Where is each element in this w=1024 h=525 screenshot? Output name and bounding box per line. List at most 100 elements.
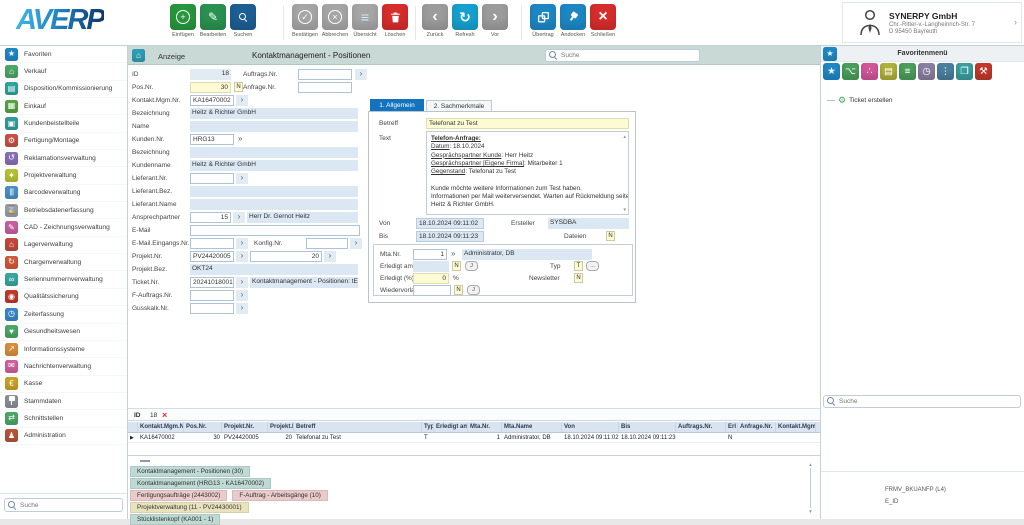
zurueck-button[interactable]: ‹ Zurück xyxy=(420,4,450,38)
sidebar-item-lagerverwaltung[interactable]: ⌂Lagerverwaltung xyxy=(0,237,127,254)
lookup-button[interactable]: › xyxy=(233,212,245,223)
company-card[interactable]: SYNERPY GmbH Chr.-Ritter-v.-Langheinrich… xyxy=(842,2,1022,43)
sidebar-item-fertigung[interactable]: ⚙Fertigung/Montage xyxy=(0,133,127,150)
ticketnr-field[interactable]: 202410180010 xyxy=(190,277,234,288)
double-lookup-button[interactable]: » xyxy=(238,134,242,145)
sidebar-item-barcode[interactable]: |||Barcodeverwaltung xyxy=(0,185,127,202)
mtanr-field[interactable]: 1 xyxy=(413,249,447,260)
projektpos-field[interactable]: 20 xyxy=(250,251,322,262)
sidebar-item-seriennummern[interactable]: ∞Seriennummernverwaltung xyxy=(0,271,127,288)
von-field[interactable]: 18.10.2024 09:11:02 xyxy=(416,218,484,229)
abbrechen-button[interactable]: × Abbrechen xyxy=(320,4,350,38)
bestaetigen-button[interactable]: ✓ Bestätigen xyxy=(290,4,320,38)
form-search[interactable] xyxy=(545,49,700,62)
bearbeiten-button[interactable]: ✎ Bearbeiten xyxy=(198,4,228,38)
ja-button[interactable]: J xyxy=(465,261,478,271)
erledigt-am-field[interactable] xyxy=(413,261,449,272)
vor-button[interactable]: › Vor xyxy=(480,4,510,38)
konfignr-field[interactable] xyxy=(306,238,348,249)
double-lookup-button[interactable]: » xyxy=(451,249,455,260)
fauftragsnr-field[interactable] xyxy=(190,290,234,301)
wiedervorlage-field[interactable] xyxy=(413,285,451,296)
betreff-field[interactable]: Telefonat zu Test xyxy=(426,118,629,129)
sidebar-item-zeiterfassung[interactable]: ◷Zeiterfassung xyxy=(0,306,127,323)
ja-button[interactable]: J xyxy=(467,285,480,295)
bottom-tab[interactable]: Stücklistenkopf (KA001 - 1) xyxy=(130,514,220,525)
sidebar-item-reklamation[interactable]: ↺Reklamationsverwaltung xyxy=(0,150,127,167)
uebertrag-button[interactable]: Übertrag xyxy=(528,4,558,38)
wrench-icon[interactable]: ⚒ xyxy=(975,63,992,80)
lookup-button[interactable]: › xyxy=(236,173,248,184)
sidebar-item-verkauf[interactable]: ⌂Verkauf xyxy=(0,63,127,80)
posnr-field[interactable]: 30 xyxy=(190,82,231,93)
lieferantnr-field[interactable] xyxy=(190,173,234,184)
loeschen-button[interactable]: Löschen xyxy=(380,4,410,38)
sidebar-item-administration[interactable]: ♟Administration xyxy=(0,428,127,445)
bottom-tab[interactable]: Kontaktmanagement - Positionen (30) xyxy=(130,466,250,477)
bottom-tab[interactable]: Kontaktmanagement (HRG13 - KA16470002) xyxy=(130,478,271,489)
company-expand-chevron[interactable]: › xyxy=(1014,17,1017,27)
anfragenr-field[interactable] xyxy=(298,82,352,93)
printer-icon[interactable]: ▤ xyxy=(880,63,897,80)
lookup-button[interactable]: › xyxy=(236,238,248,249)
sidebar-search[interactable] xyxy=(4,498,123,512)
lookup-button[interactable]: › xyxy=(324,251,336,262)
sidebar-item-kundenbeistellteile[interactable]: ▣Kundenbeistellteile xyxy=(0,115,127,132)
sidebar-item-stammdaten[interactable]: Stammdaten xyxy=(0,393,127,410)
text-area[interactable]: Telefon-Anfrage: Datum: 18.10.2024 Gespr… xyxy=(426,131,629,215)
einfuegen-button[interactable]: + Einfügen xyxy=(168,4,198,38)
sidebar-item-schnittstellen[interactable]: ⇄Schnittstellen xyxy=(0,410,127,427)
filter-clear-icon[interactable]: × xyxy=(162,410,167,420)
form-search-input[interactable] xyxy=(561,52,699,59)
history-clock-icon[interactable]: ◷ xyxy=(918,63,935,80)
bottom-tab[interactable]: Fertigungsaufträge (2443002) xyxy=(130,490,227,501)
stack-icon[interactable]: ≡ xyxy=(899,63,916,80)
sidebar-item-infosysteme[interactable]: ↗Informationssysteme xyxy=(0,341,127,358)
sidebar-item-einkauf[interactable]: ▦Einkauf xyxy=(0,98,127,115)
lookup-button[interactable]: › xyxy=(236,251,248,262)
windows-icon[interactable]: ❐ xyxy=(956,63,973,80)
scroll-down-icon[interactable]: ▼ xyxy=(623,207,627,212)
sidebar-item-kasse[interactable]: €Kasse xyxy=(0,376,127,393)
ticket-erstellen-item[interactable]: ⚙ Ticket erstellen xyxy=(827,96,893,105)
projektnr-field[interactable]: PV24420005 xyxy=(190,251,234,262)
scrollbar[interactable]: ▲▼ xyxy=(806,462,815,514)
suchen-button[interactable]: Suchen xyxy=(228,4,258,38)
collapse-handle[interactable] xyxy=(140,460,150,462)
andocken-button[interactable]: Andocken xyxy=(558,4,588,38)
sidebar-item-projektverwaltung[interactable]: ✦Projektverwaltung xyxy=(0,167,127,184)
sidebar-item-chargen[interactable]: ↻Chargenverwaltung xyxy=(0,254,127,271)
lookup-button[interactable]: › xyxy=(355,69,367,80)
sidebar-item-disposition[interactable]: ▤Disposition/Kommissionierung xyxy=(0,81,127,98)
star-icon[interactable]: ★ xyxy=(823,63,840,80)
orgchart-icon[interactable]: ⌥ xyxy=(842,63,859,80)
favorites-search-input[interactable] xyxy=(839,398,1020,405)
ansprechpartner-field[interactable]: 15 xyxy=(190,212,231,223)
favorites-search[interactable] xyxy=(823,395,1021,408)
lookup-button[interactable]: › xyxy=(236,303,248,314)
sidebar-item-nachrichten[interactable]: ✉Nachrichtenverwaltung xyxy=(0,358,127,375)
molecules-icon[interactable]: ∴ xyxy=(861,63,878,80)
table-row[interactable]: ▶ KA16470002 30 PV24420005 20 Telefonat … xyxy=(128,433,820,443)
traffic-light-icon[interactable]: ⋮ xyxy=(937,63,954,80)
auftragsnr-field[interactable] xyxy=(298,69,352,80)
bis-field[interactable]: 18.10.2024 09:11:23 xyxy=(416,231,484,242)
gusskalknr-field[interactable] xyxy=(190,303,234,314)
emaileingangsnr-field[interactable] xyxy=(190,238,234,249)
email-field[interactable] xyxy=(190,225,360,236)
more-button[interactable]: ... xyxy=(586,261,599,271)
kontaktmgmnr-field[interactable]: KA16470002 xyxy=(190,95,234,106)
kundennr-field[interactable]: HRG13 xyxy=(190,134,234,145)
erledigt-pct-field[interactable]: 0 xyxy=(413,273,449,284)
lookup-button[interactable]: › xyxy=(236,277,248,288)
lookup-button[interactable]: › xyxy=(350,238,362,249)
sidebar-item-qualitaet[interactable]: ◉Qualitätssicherung xyxy=(0,289,127,306)
bottom-tab[interactable]: Projektverwaltung (11 - PV24430001) xyxy=(130,502,249,513)
sidebar-item-betriebsdaten[interactable]: ⌛Betriebsdatenerfassung xyxy=(0,202,127,219)
lookup-button[interactable]: › xyxy=(236,290,248,301)
sidebar-search-input[interactable] xyxy=(20,502,122,509)
lookup-button[interactable]: › xyxy=(236,95,248,106)
bottom-tab[interactable]: F-Auftrag - Arbeitsgänge (10) xyxy=(232,490,328,501)
scroll-up-icon[interactable]: ▲ xyxy=(623,134,627,139)
sidebar-item-favoriten[interactable]: ★Favoriten xyxy=(0,46,127,63)
